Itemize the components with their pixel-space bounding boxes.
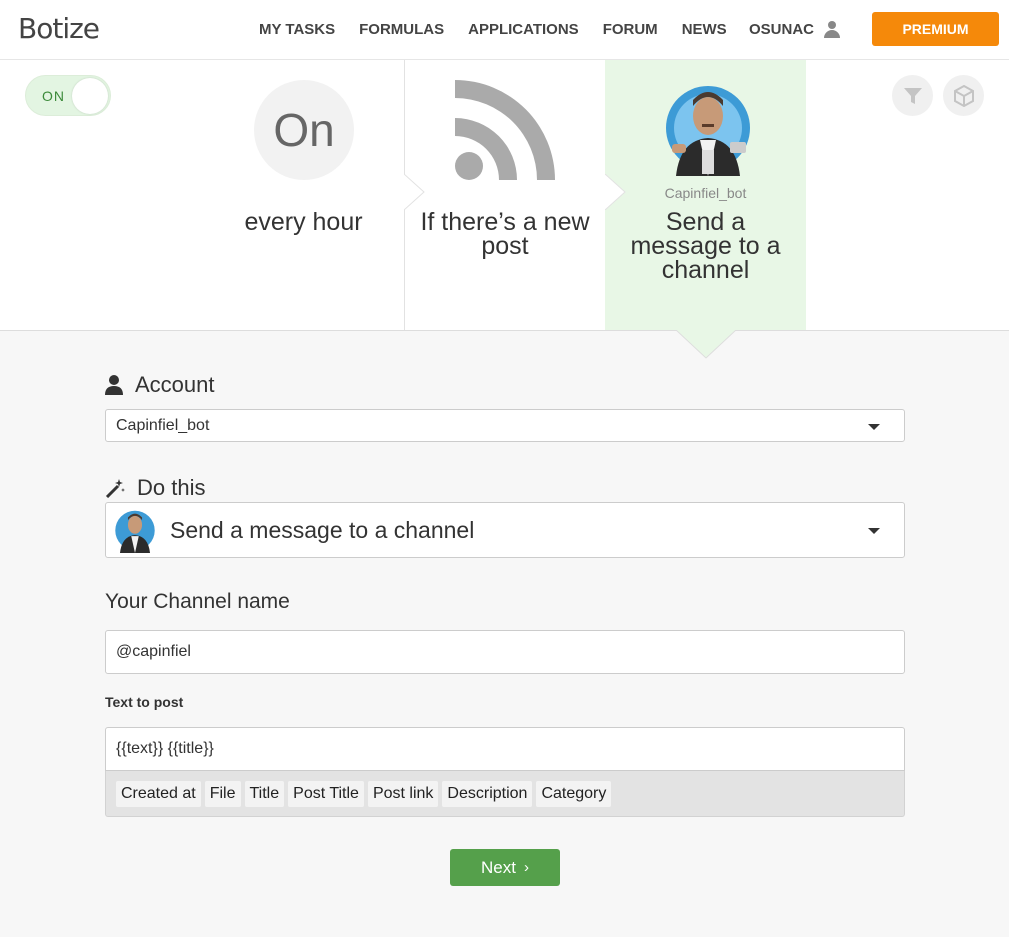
step-separator-arrow: [404, 174, 425, 210]
tag-post-link[interactable]: Post link: [367, 781, 439, 807]
chevron-down-icon: [868, 528, 880, 534]
tag-description[interactable]: Description: [442, 781, 533, 807]
text-to-post-label: Text to post: [105, 694, 184, 710]
main-nav: MY TASKS FORMULAS APPLICATIONS FORUM NEW…: [259, 21, 751, 38]
do-this-title: Do this: [137, 475, 206, 500]
do-this-heading: Do this: [105, 475, 205, 501]
action-select-value: Send a message to a channel: [170, 517, 475, 543]
text-to-post-input[interactable]: {{text}} {{title}}: [105, 727, 905, 771]
channel-name-input[interactable]: @capinfiel: [105, 630, 905, 674]
filter-button[interactable]: [892, 75, 933, 116]
user-icon: [824, 21, 841, 38]
tag-file[interactable]: File: [204, 781, 241, 807]
step-action[interactable]: Capinfiel_bot Send a message to a channe…: [605, 60, 806, 330]
tag-post-title[interactable]: Post Title: [288, 781, 364, 807]
tag-category[interactable]: Category: [536, 781, 612, 807]
variable-tags-bar: Created at File Title Post Title Post li…: [105, 771, 905, 817]
nav-applications[interactable]: APPLICATIONS: [468, 21, 579, 38]
toggle-knob: [72, 78, 108, 114]
tag-created-at[interactable]: Created at: [116, 781, 201, 807]
active-step-pointer: [676, 330, 736, 359]
source-label: If there’s a new post: [420, 208, 590, 260]
account-select-value: Capinfiel_bot: [116, 417, 210, 434]
premium-button[interactable]: PREMIUM: [872, 12, 999, 46]
channel-name-label: Your Channel name: [105, 590, 290, 613]
tag-title[interactable]: Title: [244, 781, 285, 807]
toggle-label: ON: [42, 88, 65, 104]
action-select[interactable]: Send a message to a channel: [105, 502, 905, 558]
task-on-toggle[interactable]: ON: [25, 75, 111, 116]
on-trigger-icon: On: [254, 80, 354, 180]
cube-icon: [953, 84, 974, 107]
bot-avatar-icon: [666, 86, 750, 176]
top-header: Botize MY TASKS FORMULAS APPLICATIONS FO…: [0, 0, 1009, 60]
magic-wand-icon: [105, 479, 125, 498]
filter-icon: [903, 87, 922, 104]
user-menu[interactable]: OSUNAC: [749, 21, 841, 38]
box-button[interactable]: [943, 75, 984, 116]
nav-formulas[interactable]: FORMULAS: [359, 21, 444, 38]
nav-forum[interactable]: FORUM: [603, 21, 658, 38]
trigger-label: every hour: [244, 208, 363, 236]
account-heading: Account: [105, 372, 215, 398]
account-select[interactable]: Capinfiel_bot: [105, 409, 905, 442]
user-icon: [105, 375, 123, 395]
nav-news[interactable]: NEWS: [682, 21, 727, 38]
next-button[interactable]: Next ›: [450, 849, 560, 886]
botize-logo[interactable]: Botize: [18, 12, 100, 45]
task-steps-band: ON On every hour If there’s a new post C…: [0, 60, 1009, 331]
chevron-down-icon: [868, 424, 880, 430]
nav-my-tasks[interactable]: MY TASKS: [259, 21, 335, 38]
account-title: Account: [135, 372, 215, 397]
rss-feed-icon: [455, 80, 555, 180]
chevron-right-icon: ›: [523, 859, 529, 876]
username: OSUNAC: [749, 21, 815, 38]
bot-name: Capinfiel_bot: [664, 185, 747, 201]
next-label: Next: [481, 857, 516, 877]
bot-avatar-icon: [115, 510, 155, 553]
action-label: Send a message to a channel: [630, 208, 781, 284]
step-source[interactable]: If there’s a new post: [404, 60, 605, 330]
step-separator-arrow: [605, 174, 626, 210]
step-trigger[interactable]: On every hour: [203, 60, 404, 330]
